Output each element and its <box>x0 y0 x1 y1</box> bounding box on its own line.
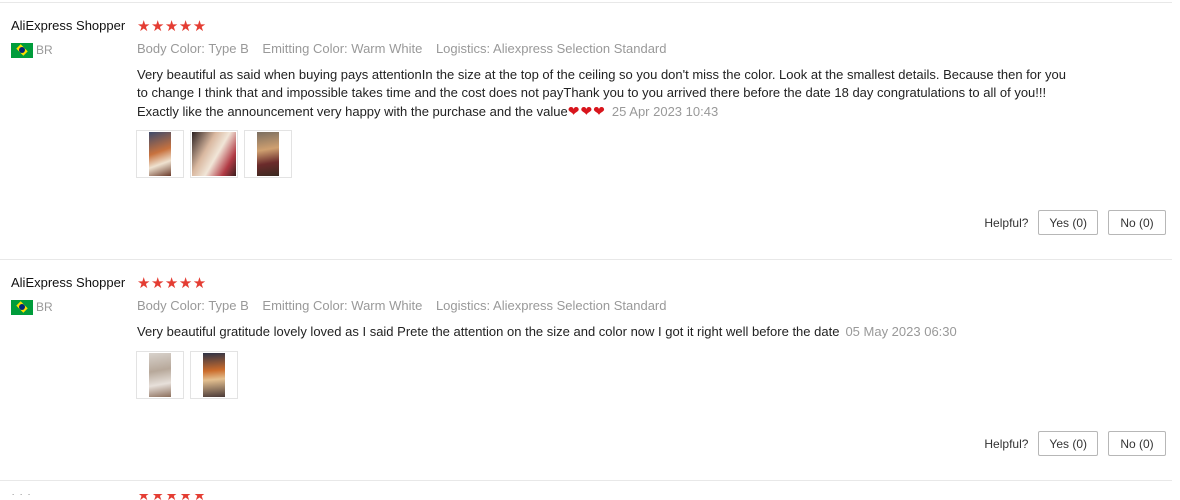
review-photos <box>136 130 292 178</box>
review-divider <box>0 259 1172 260</box>
country-code: BR <box>36 300 53 314</box>
star-rating-icon: ★★★★★ <box>137 494 207 500</box>
review-text: Very beautiful gratitude lovely loved as… <box>137 324 840 339</box>
product-attributes: Body Color: Type B Emitting Color: Warm … <box>137 41 676 56</box>
review-item: AliExpress Shopper ★★★★★ BR Body Color: … <box>0 18 1180 258</box>
review-photo-thumbnail[interactable] <box>244 130 292 178</box>
top-divider <box>0 2 1172 3</box>
attribute-body-color: Body Color: Type B <box>137 298 249 313</box>
heart-icon: ❤❤❤ <box>567 103 606 119</box>
review-date: 05 May 2023 06:30 <box>845 324 957 339</box>
star-rating-icon: ★★★★★ <box>137 275 207 292</box>
helpful-voting: Helpful? Yes (0) No (0) <box>984 431 1166 456</box>
review-photo-thumbnail[interactable] <box>190 351 238 399</box>
reviewer-country: BR <box>11 42 53 58</box>
review-content: Very beautiful as said when buying pays … <box>137 66 1072 121</box>
helpful-yes-button[interactable]: Yes (0) <box>1038 210 1098 235</box>
brazil-flag-icon <box>11 299 33 315</box>
helpful-yes-button[interactable]: Yes (0) <box>1038 431 1098 456</box>
helpful-no-button[interactable]: No (0) <box>1108 431 1166 456</box>
attribute-body-color: Body Color: Type B <box>137 41 249 56</box>
attribute-emitting-color: Emitting Color: Warm White <box>262 298 423 313</box>
product-attributes: Body Color: Type B Emitting Color: Warm … <box>137 298 676 313</box>
review-photo-thumbnail[interactable] <box>190 130 238 178</box>
helpful-voting: Helpful? Yes (0) No (0) <box>984 210 1166 235</box>
review-divider <box>0 480 1172 481</box>
review-photo-thumbnail[interactable] <box>136 351 184 399</box>
country-code: BR <box>36 43 53 57</box>
review-item: AliExpress Shopper ★★★★★ BR Body Color: … <box>0 275 1180 480</box>
helpful-no-button[interactable]: No (0) <box>1108 210 1166 235</box>
helpful-label: Helpful? <box>984 215 1029 230</box>
review-photo-thumbnail[interactable] <box>136 130 184 178</box>
helpful-label: Helpful? <box>984 436 1029 451</box>
attribute-logistics: Logistics: Aliexpress Selection Standard <box>435 298 667 313</box>
reviewer-country: BR <box>11 299 53 315</box>
review-photos <box>136 351 238 399</box>
attribute-logistics: Logistics: Aliexpress Selection Standard <box>435 41 667 56</box>
review-date: 25 Apr 2023 10:43 <box>611 104 719 119</box>
brazil-flag-icon <box>11 42 33 58</box>
reviewer-name: · · · <box>11 494 31 500</box>
attribute-emitting-color: Emitting Color: Warm White <box>262 41 423 56</box>
star-rating-icon: ★★★★★ <box>137 18 207 35</box>
review-item-partial: · · · ★★★★★ <box>0 494 1180 500</box>
reviewer-name: AliExpress Shopper <box>11 18 126 33</box>
review-content: Very beautiful gratitude lovely loved as… <box>137 323 1072 341</box>
reviewer-name: AliExpress Shopper <box>11 275 126 290</box>
